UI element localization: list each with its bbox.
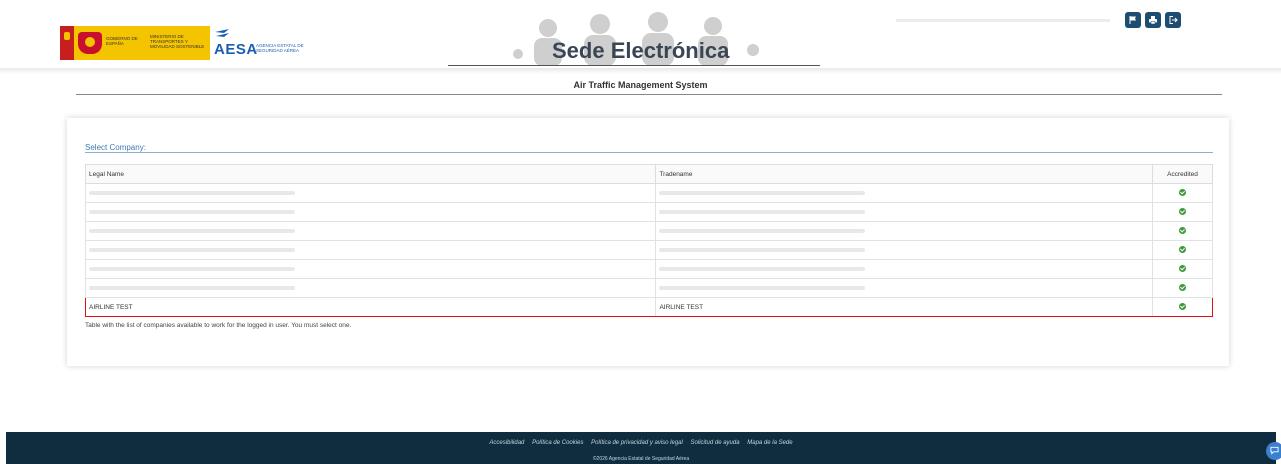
footer-links: Accesibilidad Política de Cookies Políti…	[6, 440, 1276, 446]
legal-name-cell	[84, 221, 657, 241]
footer-copyright: ©2026 Agencia Estatal de Seguridad Aérea	[592, 456, 690, 462]
table-row[interactable]	[84, 183, 1213, 203]
footer-link-cookies[interactable]: Política de Cookies	[532, 440, 583, 446]
select-company-label: Select Company:	[85, 143, 146, 152]
accredited-cell	[1152, 183, 1213, 203]
check-circle-icon	[1179, 303, 1186, 311]
accredited-cell	[1152, 297, 1213, 317]
redacted-text	[659, 228, 866, 233]
legal-name-cell	[84, 259, 657, 279]
check-circle-icon	[1179, 284, 1186, 292]
footer-link-mapa[interactable]: Mapa de la Sede	[747, 440, 792, 446]
redacted-text	[659, 247, 866, 252]
tradename-cell	[655, 240, 1154, 260]
redacted-text	[659, 209, 866, 214]
flag-button[interactable]	[1125, 12, 1141, 28]
table-row[interactable]	[84, 240, 1213, 260]
title-divider	[76, 94, 1222, 95]
tradename-cell: AIRLINE TEST	[655, 297, 1154, 317]
legal-name-cell: AIRLINE TEST	[84, 297, 657, 317]
page-title: Air Traffic Management System	[573, 80, 708, 90]
aesa-logo[interactable]: AESA AGENCIA ESTATAL DE SEGURIDAD AÉREA	[214, 28, 314, 60]
logout-button[interactable]	[1165, 12, 1181, 28]
accredited-cell	[1152, 221, 1213, 241]
tradename-cell	[655, 221, 1154, 241]
redacted-text	[89, 247, 295, 252]
accredited-cell	[1152, 240, 1213, 260]
redacted-text	[89, 266, 295, 271]
ministry-text: MINISTERIO DE TRANSPORTES Y MOVILIDAD SO…	[150, 34, 205, 49]
check-circle-icon	[1179, 265, 1186, 273]
table-row[interactable]	[84, 202, 1213, 222]
legal-name-cell	[84, 240, 657, 260]
check-circle-icon	[1179, 189, 1186, 197]
sede-underline	[448, 65, 820, 66]
footer-link-accesibilidad[interactable]: Accesibilidad	[489, 440, 524, 446]
spain-crest-icon	[78, 32, 102, 54]
header-placeholder-bar	[896, 19, 1110, 22]
aesa-subtitle: AGENCIA ESTATAL DE SEGURIDAD AÉREA	[256, 43, 304, 53]
footer-link-privacidad[interactable]: Política de privacidad y aviso legal	[591, 440, 683, 446]
column-header-tradename[interactable]: Tradename	[655, 164, 1154, 184]
check-circle-icon	[1179, 208, 1186, 216]
chat-icon	[1270, 446, 1279, 455]
table-row[interactable]	[84, 221, 1213, 241]
select-company-divider	[85, 152, 1213, 153]
legal-name-cell	[84, 278, 657, 298]
footer-link-ayuda[interactable]: Solicitud de ayuda	[691, 440, 740, 446]
accredited-cell	[1152, 259, 1213, 279]
redacted-text	[659, 266, 866, 271]
site-header: GOBIERNO DE ESPAÑA MINISTERIO DE TRANSPO…	[0, 0, 1281, 72]
gov-text: GOBIERNO DE ESPAÑA	[106, 36, 138, 46]
redacted-text	[89, 285, 295, 290]
legal-name-cell	[84, 183, 657, 203]
chat-button[interactable]	[1266, 442, 1281, 460]
government-logo[interactable]: GOBIERNO DE ESPAÑA MINISTERIO DE TRANSPO…	[60, 26, 210, 60]
tradename-cell	[655, 202, 1154, 222]
accredited-cell	[1152, 202, 1213, 222]
companies-table: Legal Name Tradename Accredited AIRLINE …	[84, 164, 1213, 317]
aesa-name: AESA	[214, 41, 258, 58]
aesa-wing-icon	[215, 29, 229, 37]
logout-icon	[1169, 16, 1178, 24]
redacted-text	[659, 285, 866, 290]
tradename-cell	[655, 278, 1154, 298]
check-circle-icon	[1179, 227, 1186, 235]
flag-icon	[1129, 16, 1136, 24]
company-selection-card: Select Company: Legal Name Tradename Acc…	[67, 118, 1229, 366]
legal-name-cell	[84, 202, 657, 222]
table-header-row: Legal Name Tradename Accredited	[84, 164, 1213, 184]
table-caption: Table with the list of companies availab…	[85, 322, 352, 329]
redacted-text	[89, 228, 295, 233]
tradename-cell	[655, 259, 1154, 279]
column-header-legal-name[interactable]: Legal Name	[84, 164, 657, 184]
column-header-accredited[interactable]: Accredited	[1152, 164, 1213, 184]
accredited-cell	[1152, 278, 1213, 298]
site-footer: Accesibilidad Política de Cookies Políti…	[6, 432, 1276, 464]
redacted-text	[659, 190, 866, 195]
tradename-cell	[655, 183, 1154, 203]
sede-title: Sede Electrónica	[552, 38, 730, 63]
table-row-airline-test[interactable]: AIRLINE TEST AIRLINE TEST	[84, 297, 1213, 317]
check-circle-icon	[1179, 246, 1186, 254]
redacted-text	[89, 209, 295, 214]
eu-flag-icon	[60, 26, 74, 60]
print-button[interactable]	[1145, 12, 1161, 28]
table-row[interactable]	[84, 278, 1213, 298]
print-icon	[1149, 16, 1157, 25]
sede-banner: Sede Electrónica	[448, 10, 820, 66]
table-row[interactable]	[84, 259, 1213, 279]
redacted-text	[89, 190, 295, 195]
header-shadow	[0, 68, 1281, 74]
